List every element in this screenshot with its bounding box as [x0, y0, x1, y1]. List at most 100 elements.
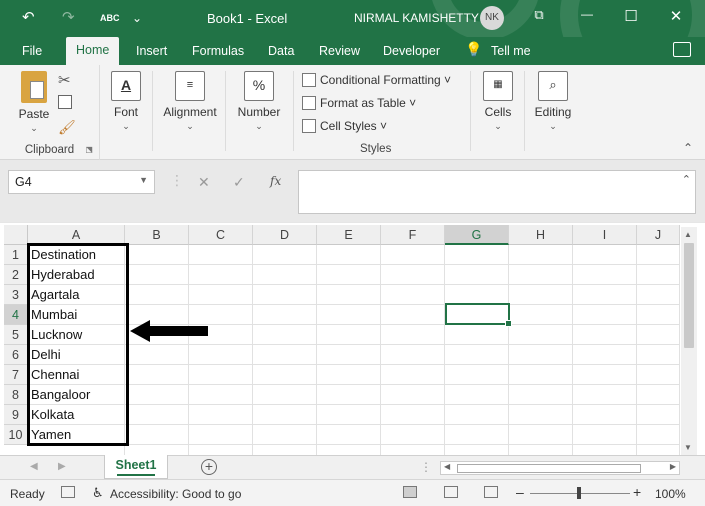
tab-home[interactable]: Home [66, 37, 120, 66]
zoom-out-button[interactable]: – [516, 484, 524, 500]
row-header-5[interactable]: 5 [4, 325, 28, 345]
name-box-value: G4 [15, 175, 32, 189]
column-header-i[interactable]: I [573, 225, 637, 245]
column-gridline [316, 245, 317, 455]
scroll-left-icon[interactable]: ◀ [444, 462, 450, 471]
vertical-scrollbar[interactable]: ▲ ▼ [681, 227, 697, 455]
vertical-scroll-thumb[interactable] [684, 243, 694, 348]
zoom-in-button[interactable]: + [633, 484, 641, 500]
collapse-ribbon-icon[interactable]: ⌃ [683, 141, 693, 155]
enter-icon[interactable]: ✓ [233, 174, 245, 191]
column-header-f[interactable]: F [381, 225, 445, 245]
prev-sheet-icon[interactable]: ◀ [30, 461, 38, 472]
column-header-h[interactable]: H [509, 225, 573, 245]
row-header-10[interactable]: 10 [4, 425, 28, 445]
insert-function-icon[interactable]: fx [270, 174, 281, 188]
user-name[interactable]: NIRMAL KAMISHETTY [354, 11, 479, 25]
column-header-j[interactable]: J [637, 225, 680, 245]
tab-split-handle[interactable]: ⋮ [420, 460, 432, 474]
horizontal-scrollbar[interactable]: ◀ ▶ [440, 461, 680, 475]
minimize-button[interactable]: — [576, 7, 598, 21]
accessibility-icon[interactable]: ♿ [92, 485, 104, 501]
redo-icon[interactable]: ↷ [62, 8, 75, 28]
column-gridline [572, 245, 573, 455]
cells-button[interactable]: ▦ Cells ⌄ [478, 71, 518, 132]
row-header-8[interactable]: 8 [4, 385, 28, 405]
customize-quick-access-icon[interactable]: ⌄ [132, 8, 142, 28]
row-header-4[interactable]: 4 [4, 305, 28, 325]
spelling-icon[interactable]: ABC [100, 8, 120, 28]
copy-icon[interactable] [58, 95, 72, 109]
scroll-up-icon[interactable]: ▲ [684, 230, 692, 239]
page-break-view-icon[interactable] [484, 486, 498, 498]
new-sheet-button[interactable]: + [201, 459, 217, 475]
maximize-button[interactable]: ☐ [620, 7, 642, 25]
horizontal-scroll-thumb[interactable] [457, 464, 641, 473]
format-painter-icon[interactable]: 🖌 [58, 119, 76, 136]
cells-icon: ▦ [483, 71, 513, 101]
column-header-c[interactable]: C [189, 225, 253, 245]
ribbon-tabs: File Home Insert Formulas Data Review De… [0, 37, 705, 66]
normal-view-icon[interactable] [403, 486, 417, 498]
user-avatar[interactable]: NK [480, 6, 504, 30]
expand-formula-bar-icon[interactable]: ⌃ [682, 173, 691, 186]
cell-styles-icon [302, 119, 316, 133]
ribbon-display-options-icon[interactable]: ⧉ [528, 7, 550, 23]
sheet-tab-sheet1[interactable]: Sheet1 [104, 455, 168, 479]
row-header-7[interactable]: 7 [4, 365, 28, 385]
cancel-icon[interactable]: ✕ [198, 174, 210, 191]
dialog-launcher-icon[interactable]: ⬔ [85, 145, 93, 154]
macro-recording-icon[interactable] [61, 486, 75, 498]
column-header-d[interactable]: D [253, 225, 317, 245]
editing-button[interactable]: ⌕ Editing ⌄ [530, 71, 576, 132]
zoom-slider-thumb[interactable] [577, 487, 581, 499]
paste-button[interactable]: Paste ⌄ [14, 71, 54, 134]
alignment-button[interactable]: ≡ Alignment ⌄ [160, 71, 220, 132]
accessibility-status[interactable]: Accessibility: Good to go [110, 487, 241, 501]
row-header-3[interactable]: 3 [4, 285, 28, 305]
number-button[interactable]: % Number ⌄ [232, 71, 286, 132]
column-gridline [508, 245, 509, 455]
active-cell-selection[interactable] [445, 303, 512, 327]
format-as-table-button[interactable]: Format as Table ˅ [302, 96, 416, 110]
status-bar: Ready ♿ Accessibility: Good to go – + 10… [0, 479, 705, 506]
tab-developer[interactable]: Developer [383, 44, 440, 58]
scroll-right-icon[interactable]: ▶ [670, 462, 676, 471]
row-header-6[interactable]: 6 [4, 345, 28, 365]
row-header-9[interactable]: 9 [4, 405, 28, 425]
conditional-formatting-button[interactable]: Conditional Formatting ˅ [302, 73, 451, 87]
column-header-b[interactable]: B [125, 225, 189, 245]
scroll-down-icon[interactable]: ▼ [684, 443, 692, 452]
column-gridline [188, 245, 189, 455]
comments-icon[interactable] [673, 42, 691, 57]
page-layout-view-icon[interactable] [444, 486, 458, 498]
lightbulb-icon: 💡 [465, 41, 483, 57]
close-button[interactable]: ✕ [665, 7, 687, 25]
name-box[interactable]: G4 ▼ [8, 170, 155, 194]
tell-me-search[interactable]: Tell me [491, 44, 531, 58]
tab-insert[interactable]: Insert [136, 44, 167, 58]
column-header-e[interactable]: E [317, 225, 381, 245]
tab-file[interactable]: File [22, 44, 42, 58]
select-all-corner[interactable] [4, 225, 28, 245]
row-header-2[interactable]: 2 [4, 265, 28, 285]
paste-icon [21, 71, 47, 103]
cut-icon[interactable]: ✂ [58, 71, 71, 89]
window-title: Book1 - Excel [207, 11, 288, 26]
formula-input[interactable]: ⌃ [298, 170, 696, 214]
zoom-level[interactable]: 100% [655, 487, 686, 501]
undo-icon[interactable]: ↶ [22, 8, 35, 28]
column-header-g[interactable]: G [445, 225, 509, 245]
worksheet-grid[interactable]: ABCDEFGHIJ 1 2 3 4 5 6 7 8 9 10 Destination Hydera… [0, 223, 705, 455]
name-box-dropdown-icon[interactable]: ▼ [139, 175, 148, 185]
cell-styles-button[interactable]: Cell Styles ˅ [302, 119, 387, 133]
tab-review[interactable]: Review [319, 44, 360, 58]
row-header-1[interactable]: 1 [4, 245, 28, 265]
column-gridline [380, 245, 381, 455]
sheet-tab-bar: ◀ ▶ Sheet1 + ⋮ ◀ ▶ [0, 455, 705, 479]
next-sheet-icon[interactable]: ▶ [58, 461, 66, 472]
column-header-a[interactable]: A [28, 225, 125, 245]
tab-data[interactable]: Data [268, 44, 294, 58]
tab-formulas[interactable]: Formulas [192, 44, 244, 58]
font-button[interactable]: A Font ⌄ [108, 71, 144, 132]
